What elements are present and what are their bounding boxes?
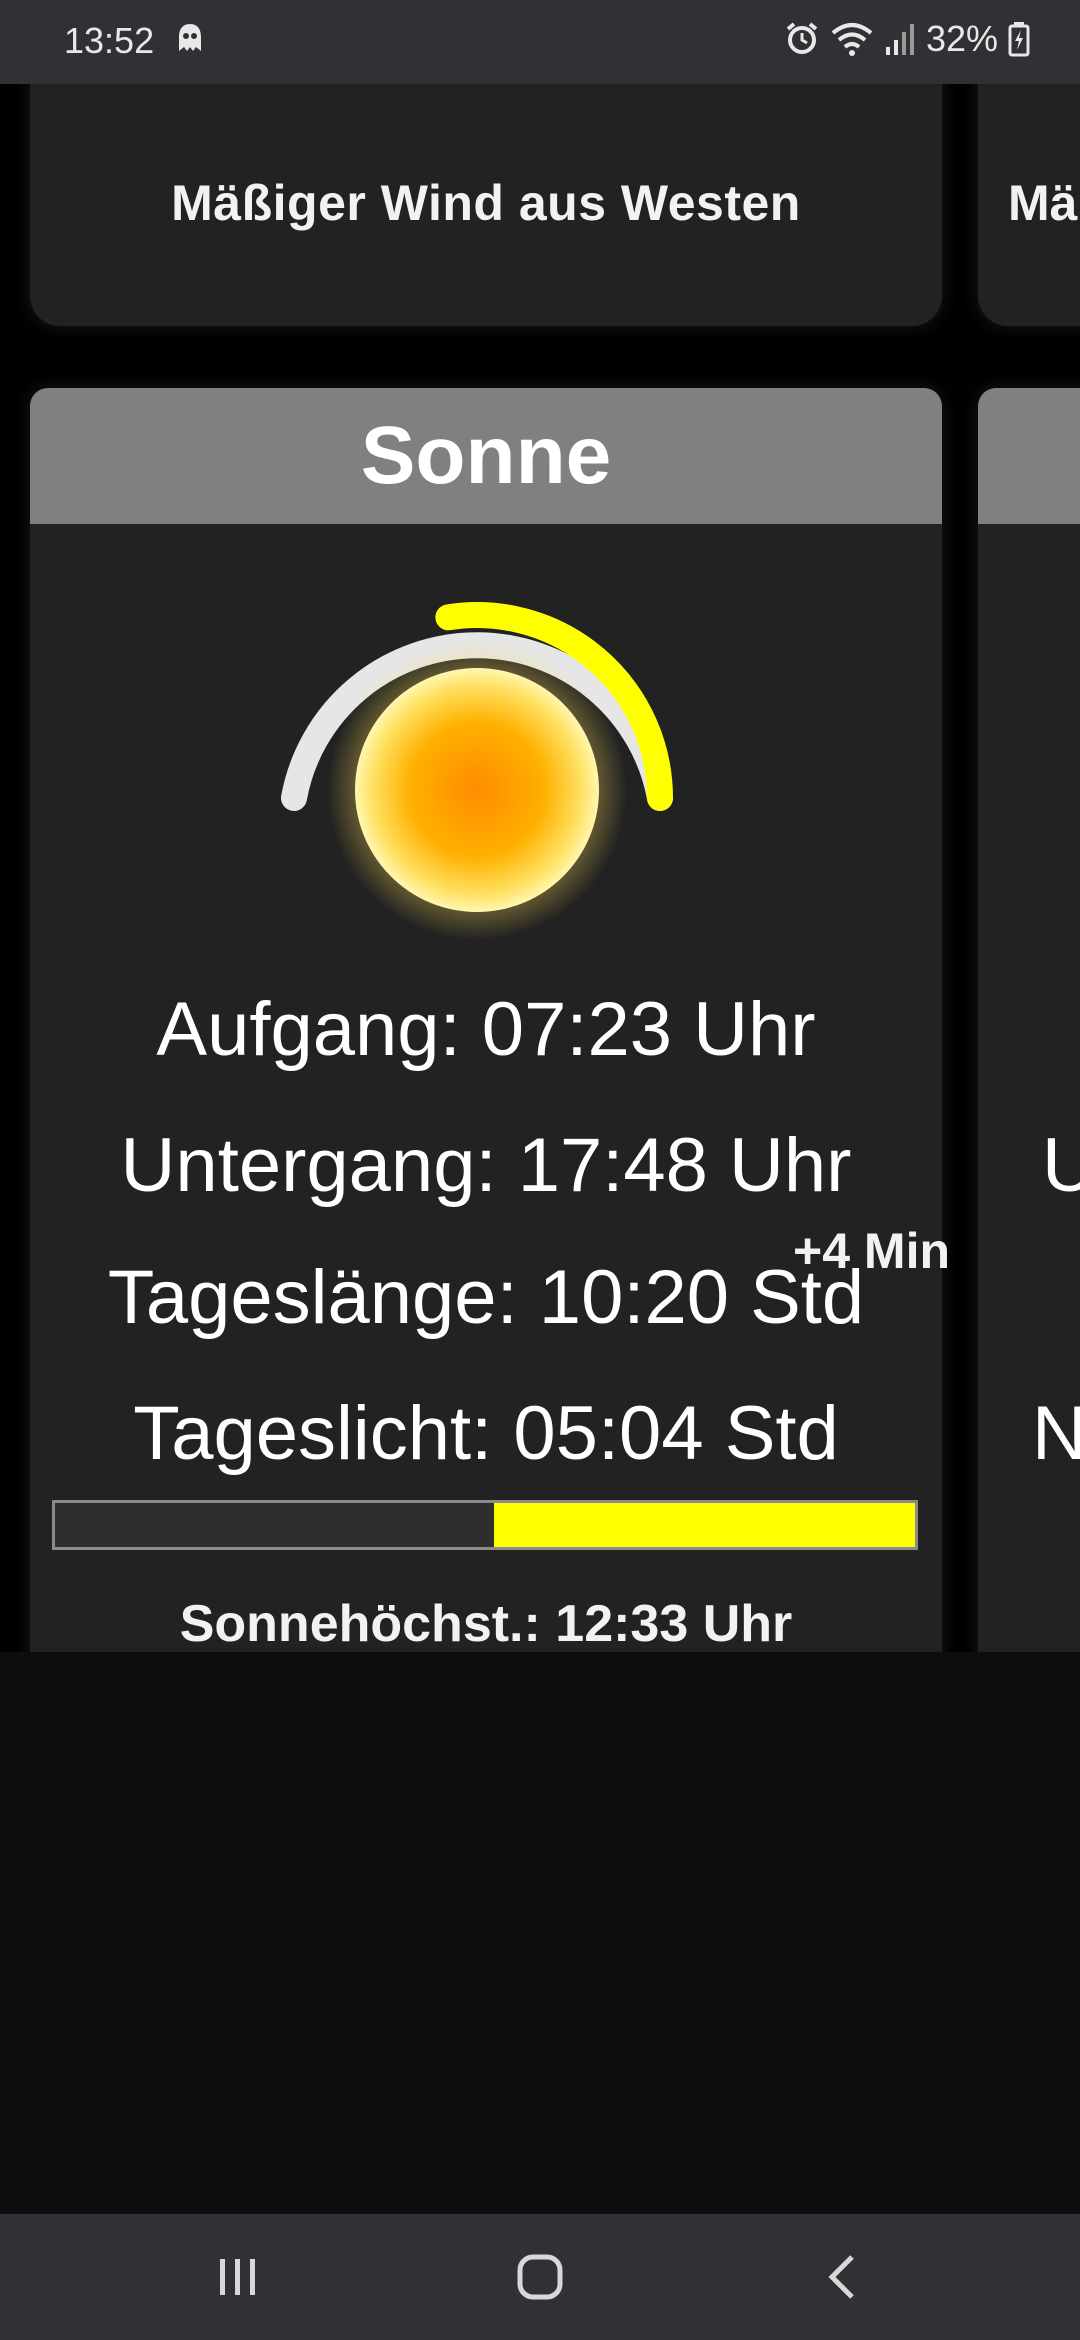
alarm-icon xyxy=(786,22,818,54)
home-icon xyxy=(517,2254,563,2300)
recent-apps-icon xyxy=(220,2259,255,2295)
sunrise-text: Aufgang: 07:23 Uhr xyxy=(156,987,816,1072)
sun-card: Sonne Aufgang: 07:23 Uhr Untergang: 17:4… xyxy=(30,388,942,1652)
sun-icon xyxy=(281,602,673,940)
sunset-delta-text: +4 Min xyxy=(793,1223,950,1279)
wifi-icon xyxy=(831,23,873,56)
daylight-text: Tageslicht: 05:04 Std xyxy=(133,1391,839,1476)
wind-card-next: Mä xyxy=(978,84,1080,326)
ghost-notification-icon xyxy=(179,24,201,51)
sun-card-next-header xyxy=(978,388,1080,524)
sun-card-next: U N xyxy=(978,388,1080,1652)
daylight-progress-bar xyxy=(52,1500,918,1550)
sunset-text: Untergang: 17:48 Uhr xyxy=(120,1123,852,1208)
peek-letter-u: U xyxy=(1042,1123,1080,1208)
status-bar: 13:52 32% xyxy=(0,0,1080,84)
wind-card: Mäßiger Wind aus Westen xyxy=(30,84,942,326)
recent-apps-button[interactable] xyxy=(138,2214,338,2340)
solar-noon-text: Sonnehöchst.: 12:33 Uhr xyxy=(179,1595,793,1652)
daylight-progress-fill xyxy=(493,1503,915,1547)
battery-percent: 32% xyxy=(925,18,998,59)
peek-letter-n: N xyxy=(1032,1391,1080,1476)
wind-description: Mäßiger Wind aus Westen xyxy=(171,175,801,231)
sun-card-title: Sonne xyxy=(30,388,942,524)
dashboard-content[interactable]: Mäßiger Wind aus Westen Mä Sonne Aufgang… xyxy=(0,84,1080,1652)
signal-icon xyxy=(885,24,914,55)
navigation-bar xyxy=(0,2214,1080,2340)
back-button[interactable] xyxy=(742,2214,942,2340)
status-time: 13:52 xyxy=(64,20,155,61)
back-icon xyxy=(828,2255,854,2299)
wind-description-next: Mä xyxy=(1008,175,1078,231)
home-button[interactable] xyxy=(440,2214,640,2340)
battery-charging-icon xyxy=(1008,22,1030,57)
